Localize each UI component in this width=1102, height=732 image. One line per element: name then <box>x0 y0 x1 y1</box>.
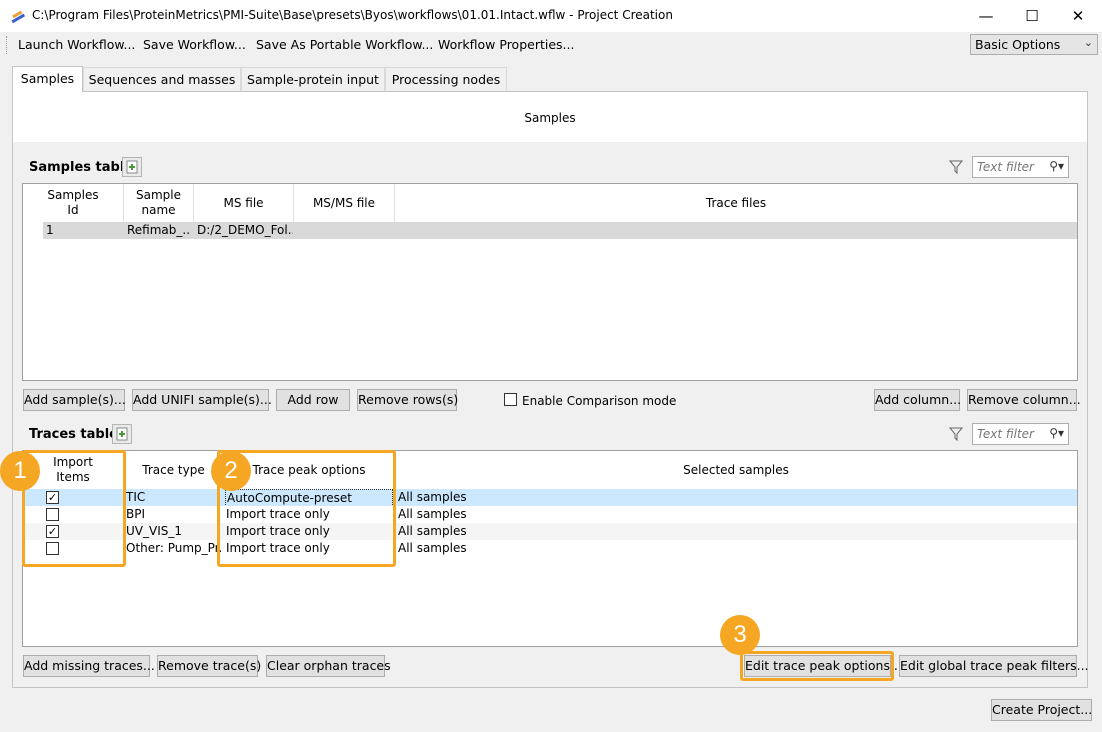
column-header-label: Sample name <box>136 188 181 217</box>
column-header-trace-files[interactable]: Trace files <box>395 184 1077 222</box>
callout-highlight-edit-button <box>740 651 894 681</box>
callout-badge-2: 2 <box>211 451 251 491</box>
window-title: C:\Program Files\ProteinMetrics\PMI-Suit… <box>32 8 673 22</box>
column-header-selected-samples[interactable]: Selected samples <box>395 451 1077 489</box>
tab-samples[interactable]: Samples <box>12 66 83 92</box>
samples-filter-placeholder: Text filter <box>977 160 1034 174</box>
column-header-msms-file[interactable]: MS/MS file <box>294 184 395 222</box>
create-project-button[interactable]: Create Project... <box>991 699 1092 721</box>
samples-header: Samples <box>13 92 1087 142</box>
callout-badge-1: 1 <box>0 451 40 491</box>
table-row[interactable]: ✓ UV_VIS_1 Import trace only All samples <box>23 523 1077 540</box>
column-header-ms-file[interactable]: MS file <box>194 184 294 222</box>
column-header-label: MS file <box>223 195 264 210</box>
add-samples-button[interactable]: Add sample(s)... <box>23 389 126 411</box>
add-unifi-samples-button[interactable]: Add UNIFI sample(s)... <box>132 389 272 411</box>
minimize-button[interactable]: — <box>963 0 1009 32</box>
close-button[interactable]: ✕ <box>1055 0 1101 32</box>
samples-header-title: Samples <box>524 111 576 125</box>
column-header-label: Trace files <box>705 195 767 210</box>
column-header-label: MS/MS file <box>312 195 376 210</box>
trace-type-cell: Other: Pump_Pr... <box>126 541 222 555</box>
tab-sequences-and-masses[interactable]: Sequences and masses <box>83 67 241 91</box>
filter-icon <box>949 427 963 441</box>
edit-global-trace-peak-filters-button[interactable]: Edit global trace peak filters... <box>899 655 1089 677</box>
column-header-label: Samples Id <box>47 188 99 217</box>
add-row-button[interactable]: Add row <box>276 389 350 411</box>
column-header-samples-id[interactable]: Samples Id <box>23 184 124 222</box>
remove-trace-button[interactable]: Remove trace(s) <box>157 655 261 677</box>
toolbar-grip <box>6 36 9 54</box>
table-settings-icon[interactable] <box>112 424 132 444</box>
traces-text-filter-input[interactable]: Text filter ⚲▾ <box>972 423 1069 445</box>
add-missing-traces-button[interactable]: Add missing traces... <box>23 655 155 677</box>
samples-text-filter-input[interactable]: Text filter ⚲▾ <box>972 156 1069 178</box>
table-row[interactable]: BPI Import trace only All samples <box>23 506 1077 523</box>
traces-table-label: Traces table <box>29 427 118 442</box>
sample-id-cell: 1 <box>46 223 54 237</box>
ms-file-cell: D:/2_DEMO_Fol... <box>197 223 293 237</box>
selected-samples-cell: All samples <box>398 490 467 504</box>
remove-column-button[interactable]: Remove column... <box>967 389 1081 411</box>
title-bar: C:\Program Files\ProteinMetrics\PMI-Suit… <box>0 0 1102 32</box>
column-header-label: Selected samples <box>683 462 789 477</box>
trace-type-cell: TIC <box>126 490 146 504</box>
table-row[interactable]: 1 Refimab_... D:/2_DEMO_Fol... <box>43 222 1077 239</box>
chevron-down-icon: ⌄ <box>1083 36 1093 49</box>
maximize-button[interactable]: ☐ <box>1009 0 1055 32</box>
selected-samples-cell: All samples <box>398 524 467 538</box>
save-workflow-menu[interactable]: Save Workflow... <box>143 37 246 52</box>
remove-rows-button[interactable]: Remove rows(s) <box>357 389 458 411</box>
comparison-mode-label: Enable Comparison mode <box>522 394 677 408</box>
column-header-trace-type[interactable]: Trace type <box>124 451 224 489</box>
tab-processing-nodes[interactable]: Processing nodes <box>385 67 507 91</box>
samples-table-label: Samples table <box>29 160 134 175</box>
table-settings-icon[interactable] <box>122 157 142 177</box>
selected-samples-cell: All samples <box>398 507 467 521</box>
workflow-properties-menu[interactable]: Workflow Properties... <box>438 37 574 52</box>
tab-sample-protein-input[interactable]: Sample-protein input <box>241 67 385 91</box>
options-mode-select[interactable]: Basic Options ⌄ <box>970 34 1098 55</box>
trace-type-cell: UV_VIS_1 <box>126 524 182 538</box>
comparison-mode-checkbox[interactable] <box>504 393 517 406</box>
sample-name-cell: Refimab_... <box>127 223 191 237</box>
column-header-label: Trace type <box>142 462 205 477</box>
clear-orphan-traces-button[interactable]: Clear orphan traces <box>266 655 391 677</box>
launch-workflow-menu[interactable]: Launch Workflow... <box>18 37 135 52</box>
add-column-button[interactable]: Add column... <box>874 389 961 411</box>
filter-icon <box>949 160 963 174</box>
search-icon: ⚲▾ <box>1049 159 1064 173</box>
selected-samples-cell: All samples <box>398 541 467 555</box>
save-portable-workflow-menu[interactable]: Save As Portable Workflow... <box>256 37 433 52</box>
app-icon <box>11 10 26 24</box>
callout-badge-3: 3 <box>720 615 760 655</box>
options-mode-value: Basic Options <box>975 37 1061 52</box>
column-header-sample-name[interactable]: Sample name <box>124 184 194 222</box>
menu-bar: Launch Workflow... Save Workflow... Save… <box>0 32 1102 58</box>
table-row[interactable]: Other: Pump_Pr... Import trace only All … <box>23 540 1077 557</box>
samples-table: Samples Id Sample name MS file MS/MS fil… <box>22 183 1078 381</box>
traces-filter-placeholder: Text filter <box>977 427 1034 441</box>
trace-type-cell: BPI <box>126 507 146 521</box>
search-icon: ⚲▾ <box>1049 426 1064 440</box>
traces-table: Import Items Trace type Trace peak optio… <box>22 450 1078 647</box>
table-row[interactable]: ✓ TIC AutoCompute-preset All samples <box>23 489 1077 507</box>
